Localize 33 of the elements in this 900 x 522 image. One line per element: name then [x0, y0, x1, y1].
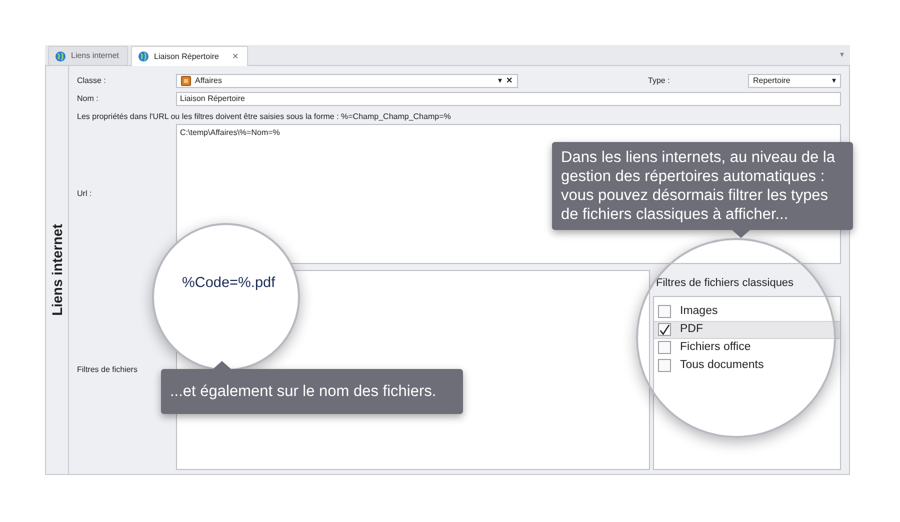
callout-tooltip: Dans les liens internets, au niveau de la gestion des répertoires automatiques : vous pouvez désormais filtrer les types de fichiers classiques à afficher... [552, 142, 853, 230]
checkbox[interactable] [658, 341, 671, 354]
list-item[interactable]: Fichiers office [654, 338, 840, 356]
close-icon[interactable]: ✕ [232, 50, 239, 62]
list-item[interactable]: PDF [654, 320, 840, 338]
tab[interactable]: Liaison Répertoire ✕ [131, 46, 248, 66]
caret-icon: ▾ [832, 75, 836, 87]
list-title: Filtres de fichiers classiques [655, 276, 795, 291]
globe-icon [138, 51, 150, 62]
list-item[interactable]: Images [654, 302, 840, 320]
name-field[interactable]: Liaison Répertoire [176, 92, 841, 106]
clear-icon[interactable]: ✕ [506, 75, 513, 87]
panel-title: Liens internet [48, 224, 66, 316]
class-dropdown[interactable]: Affaires ▾ ✕ [176, 74, 518, 88]
callout-pointer [213, 361, 231, 369]
field-label: Nom : [77, 93, 100, 105]
checkbox[interactable] [658, 359, 671, 372]
folder-icon [181, 76, 191, 86]
callout-pointer [732, 230, 750, 238]
caret-icon: ▾ [498, 75, 502, 87]
type-dropdown[interactable]: Repertoire ▾ [748, 74, 841, 88]
field-label: Url : [77, 188, 92, 200]
filter-value: %Code=%.pdf [182, 274, 276, 293]
checkbox[interactable] [658, 323, 671, 336]
field-label: Type : [648, 75, 671, 87]
callout-tooltip: ...et également sur le nom des fichiers. [161, 369, 463, 414]
list-item[interactable]: Tous documents [654, 356, 840, 374]
checkbox[interactable] [658, 305, 671, 318]
field-label: Filtres de fichiers [77, 364, 138, 376]
field-label: Classe : [77, 75, 107, 87]
globe-icon [55, 50, 66, 62]
tab[interactable]: Liens internet [48, 46, 128, 65]
hint-text: Les propriétés dans l'URL ou les filtres doivent être saisies sous la forme : %=Champ_Champ_Champ=% [77, 111, 451, 123]
